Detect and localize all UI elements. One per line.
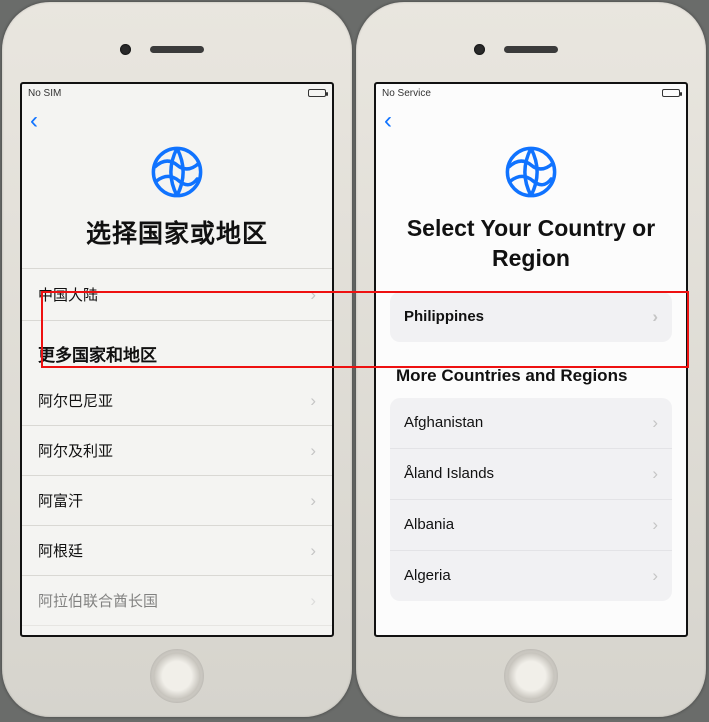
country-row[interactable]: Albania › <box>390 500 672 551</box>
back-button[interactable]: ‹ <box>384 109 392 133</box>
suggested-country-label: Philippines <box>404 308 484 325</box>
earpiece <box>504 46 558 53</box>
battery-icon <box>662 89 680 97</box>
country-label: Afghanistan <box>404 414 483 431</box>
country-list: 阿尔巴尼亚 › 阿尔及利亚 › 阿富汗 › 阿根廷 › 阿拉伯联合酋长国 › <box>22 376 332 626</box>
country-row[interactable]: 阿拉伯联合酋长国 › <box>22 576 332 626</box>
front-camera <box>120 44 131 55</box>
chevron-right-icon: › <box>310 391 316 411</box>
country-row[interactable]: 阿尔巴尼亚 › <box>22 376 332 426</box>
earpiece <box>150 46 204 53</box>
chevron-right-icon: › <box>310 491 316 511</box>
battery-icon <box>308 89 326 97</box>
country-row[interactable]: Algeria › <box>390 551 672 601</box>
phone-left: No SIM ‹ 选择国家或地区 中国大陆 › 更多国家和地区 阿尔巴尼亚 › … <box>2 2 352 717</box>
chevron-right-icon: › <box>652 515 658 535</box>
home-button[interactable] <box>150 649 204 703</box>
chevron-right-icon: › <box>310 591 316 611</box>
page-title: Select Your Country or Region <box>376 214 686 292</box>
globe-icon <box>149 144 205 200</box>
country-label: 阿拉伯联合酋长国 <box>38 590 158 611</box>
status-bar: No SIM <box>22 84 332 102</box>
country-row[interactable]: 阿尔及利亚 › <box>22 426 332 476</box>
suggested-country-card: Philippines › <box>390 292 672 342</box>
screen-right: No Service ‹ Select Your Country or Regi… <box>374 82 688 637</box>
chevron-right-icon: › <box>652 464 658 484</box>
phone-right: No Service ‹ Select Your Country or Regi… <box>356 2 706 717</box>
page-title: 选择国家或地区 <box>22 214 332 268</box>
country-label: 阿富汗 <box>38 490 83 511</box>
suggested-country-row[interactable]: 中国大陆 › <box>22 268 332 321</box>
country-label: Åland Islands <box>404 465 494 482</box>
chevron-right-icon: › <box>310 441 316 461</box>
globe-icon <box>503 144 559 200</box>
country-row[interactable]: Afghanistan › <box>390 398 672 449</box>
back-button[interactable]: ‹ <box>30 109 38 133</box>
chevron-right-icon: › <box>652 413 658 433</box>
country-label: Algeria <box>404 567 451 584</box>
carrier-status: No Service <box>382 88 431 99</box>
suggested-country-label: 中国大陆 <box>38 284 98 305</box>
country-label: 阿尔及利亚 <box>38 440 113 461</box>
chevron-right-icon: › <box>310 541 316 561</box>
country-row[interactable]: Åland Islands › <box>390 449 672 500</box>
carrier-status: No SIM <box>28 88 61 99</box>
home-button[interactable] <box>504 649 558 703</box>
nav-bar: ‹ <box>376 102 686 140</box>
country-label: Albania <box>404 516 454 533</box>
suggested-country-row[interactable]: Philippines › <box>390 292 672 342</box>
more-countries-header: 更多国家和地区 <box>22 321 332 376</box>
country-label: 阿尔巴尼亚 <box>38 390 113 411</box>
country-label: 阿根廷 <box>38 540 83 561</box>
country-row[interactable]: 阿富汗 › <box>22 476 332 526</box>
country-list: Afghanistan › Åland Islands › Albania › … <box>390 398 672 601</box>
more-countries-header: More Countries and Regions <box>376 342 686 398</box>
status-bar: No Service <box>376 84 686 102</box>
nav-bar: ‹ <box>22 102 332 140</box>
front-camera <box>474 44 485 55</box>
chevron-right-icon: › <box>652 307 658 327</box>
screen-left: No SIM ‹ 选择国家或地区 中国大陆 › 更多国家和地区 阿尔巴尼亚 › … <box>20 82 334 637</box>
country-row[interactable]: 阿根廷 › <box>22 526 332 576</box>
chevron-right-icon: › <box>652 566 658 586</box>
chevron-right-icon: › <box>310 285 316 305</box>
